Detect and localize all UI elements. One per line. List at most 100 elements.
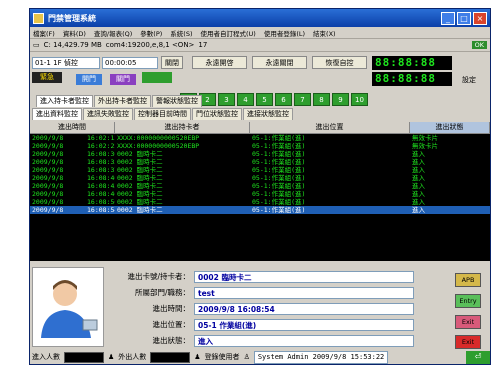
header-state[interactable]: 進出狀態 — [410, 122, 490, 133]
apb-button[interactable]: APB — [455, 273, 481, 287]
cell-position: 05-1:作業組(進) — [252, 150, 306, 158]
tab-controller-time[interactable]: 控制器目前時間 — [134, 108, 191, 120]
menu-params[interactable]: 參數(P) — [140, 28, 162, 38]
cell-time: 16:08:54 — [87, 206, 115, 214]
state-label: 進出狀態： — [152, 336, 191, 345]
menu-system[interactable]: 系統(S) — [170, 28, 192, 38]
header-time[interactable]: 進出時間 — [30, 122, 115, 133]
cell-position: 05-1:作業組(進) — [252, 174, 306, 182]
header-position[interactable]: 進出位置 — [250, 122, 410, 133]
app-icon — [33, 12, 44, 24]
cell-state: 無效卡片 — [412, 134, 438, 142]
window-title: 門禁管理系統 — [48, 13, 96, 23]
cell-position: 05-1:作業組(進) — [252, 158, 306, 166]
exit-button[interactable]: Exit — [455, 315, 481, 329]
cell-date: 2009/9/8 — [32, 198, 64, 206]
cell-state: 進入 — [412, 198, 425, 206]
position-label: 進出位置： — [152, 320, 191, 329]
tab-access-data[interactable]: 進出資料監控 — [32, 108, 82, 120]
cell-date: 2009/9/8 — [32, 174, 64, 182]
cell-state: 進入 — [412, 150, 425, 158]
cell-holder: XXXX:0000000000520EBP — [117, 142, 200, 150]
grid-header: 進出時間 進出持卡者 進出位置 進出狀態 — [30, 122, 490, 134]
cell-holder: 0002 臨時卡二 — [117, 150, 163, 158]
avatar — [32, 267, 104, 347]
cell-holder: 0002 臨時卡二 — [117, 174, 163, 182]
grid-body: 2009/9/8 16:02:12XXXX:0000000000520EBP 05-… — [30, 134, 490, 214]
power-button[interactable]: ⏎ — [466, 350, 490, 364]
cell-date: 2009/9/8 — [32, 206, 64, 214]
tab-exit-monitor[interactable]: 外出持卡者監控 — [94, 95, 151, 107]
menu-exit[interactable]: 結束(X) — [313, 28, 336, 38]
position-value: 05-1 作業組(進) — [194, 318, 414, 331]
menu-report[interactable]: 查詢/報表(Q) — [94, 28, 132, 38]
out-count-display — [150, 351, 191, 363]
tab-connect-state[interactable]: 進接狀態監控 — [243, 108, 293, 120]
dept-row: 所屬部門/職務： test — [106, 286, 414, 299]
cell-date: 2009/9/8 — [32, 142, 64, 150]
menu-file[interactable]: 檔案(F) — [33, 28, 55, 38]
menu-custom[interactable]: 使用者自訂程式(U) — [200, 28, 255, 38]
table-row[interactable]: 2009/9/8 16:08:460002 臨時卡二 05-1:作業組(進) 進入 — [30, 190, 490, 198]
table-row[interactable]: 2009/9/8 16:08:500002 臨時卡二 05-1:作業組(進) 進入 — [30, 198, 490, 206]
dept-label: 所屬部門/職務： — [134, 288, 190, 297]
cell-position: 05-1:作業組(進) — [252, 198, 306, 206]
close-icon[interactable]: × — [473, 11, 487, 25]
cell-holder: 0002 臨時卡二 — [117, 206, 163, 214]
tab-failure-monitor[interactable]: 進訊失敗監控 — [83, 108, 133, 120]
time-row: 進出時間： 2009/9/8 16:08:54 — [106, 302, 414, 315]
cell-position: 05-1:作業組(進) — [252, 206, 306, 214]
maximize-icon[interactable]: □ — [457, 11, 471, 25]
access-log-grid: 進出時間 進出持卡者 進出位置 進出狀態 2009/9/8 16:02:12XXX… — [30, 122, 490, 261]
cell-holder: 0002 臨時卡二 — [117, 166, 163, 174]
cell-position: 05-1:作業組(進) — [252, 166, 306, 174]
cell-holder: 0002 臨時卡二 — [117, 182, 163, 190]
time-value: 2009/9/8 16:08:54 — [194, 302, 414, 315]
cell-date: 2009/9/8 — [32, 134, 64, 142]
tabs-row-2: 進出資料監控 進訊失敗監控 控制器目前時間 門位狀態監控 進接狀態監控 — [30, 108, 490, 120]
minimize-icon[interactable]: _ — [441, 11, 455, 25]
cell-date: 2009/9/8 — [32, 158, 64, 166]
table-row[interactable]: 2009/9/8 16:08:370002 臨時卡二 05-1:作業組(進) 進入 — [30, 166, 490, 174]
cell-state: 進入 — [412, 166, 425, 174]
in-count-label: 進入人數 — [32, 353, 60, 361]
tab-door-state[interactable]: 門位狀態監控 — [192, 108, 242, 120]
exit-button-2[interactable]: Exit — [455, 335, 481, 349]
cell-holder: XXXX:0000000000520EBP — [117, 134, 200, 142]
header-holder[interactable]: 進出持卡者 — [115, 122, 250, 133]
out-count-label: 外出人數 — [118, 353, 147, 361]
table-row[interactable]: 2009/9/8 16:08:400002 臨時卡二 05-1:作業組(進) 進入 — [30, 174, 490, 182]
login-label: 登錄使用者 — [204, 353, 240, 361]
cell-state: 進入 — [412, 174, 425, 182]
cell-position: 05-1:作業組(進) — [252, 142, 306, 150]
position-row: 進出位置： 05-1 作業組(進) — [106, 318, 414, 331]
cell-state: 進入 — [412, 158, 425, 166]
status-line: ▭ C: 14,429.79 MB com4:19200,e,8,1 <ON> … — [30, 39, 490, 52]
cell-date: 2009/9/8 — [32, 182, 64, 190]
card-value: 0002 臨時卡二 — [194, 270, 414, 283]
table-row[interactable]: 2009/9/8 16:02:12XXXX:0000000000520EBP 05-… — [30, 134, 490, 142]
table-row[interactable]: 2009/9/8 16:08:540002 臨時卡二 05-1:作業組(進) 進入 — [30, 206, 490, 214]
system-message: System Admin 2009/9/8 15:53:22 — [253, 350, 389, 364]
menu-data[interactable]: 資料(D) — [63, 28, 86, 38]
table-row[interactable]: 2009/9/8 16:02:22XXXX:0000000000520EBP 05-… — [30, 142, 490, 150]
person-icon — [41, 280, 98, 338]
cell-state: 無效卡片 — [412, 142, 438, 150]
tab-alarm-monitor[interactable]: 警報狀態監控 — [152, 95, 202, 107]
disk-icon: ▭ — [33, 41, 40, 49]
menu-login[interactable]: 使用者登錄(L) — [264, 28, 305, 38]
table-row[interactable]: 2009/9/8 16:08:300002 臨時卡二 05-1:作業組(進) 進入 — [30, 150, 490, 158]
cell-time: 16:02:12 — [87, 134, 115, 142]
cell-date: 2009/9/8 — [32, 166, 64, 174]
port-count: 17 — [198, 41, 208, 49]
cell-position: 05-1:作業組(進) — [252, 134, 306, 142]
card-label: 進出卡號/持卡者： — [127, 272, 190, 281]
ok-indicator: OK — [471, 41, 487, 49]
cell-state: 進入 — [412, 206, 425, 214]
tab-entry-monitor[interactable]: 進入持卡者監控 — [36, 95, 93, 107]
table-row[interactable]: 2009/9/8 16:08:330002 臨時卡二 05-1:作業組(進) 進入 — [30, 158, 490, 166]
table-row[interactable]: 2009/9/8 16:08:430002 臨時卡二 05-1:作業組(進) 進入 — [30, 182, 490, 190]
cell-state: 進入 — [412, 182, 425, 190]
entry-button[interactable]: Entry — [455, 294, 481, 308]
card-row: 進出卡號/持卡者： 0002 臨時卡二 — [106, 270, 414, 283]
